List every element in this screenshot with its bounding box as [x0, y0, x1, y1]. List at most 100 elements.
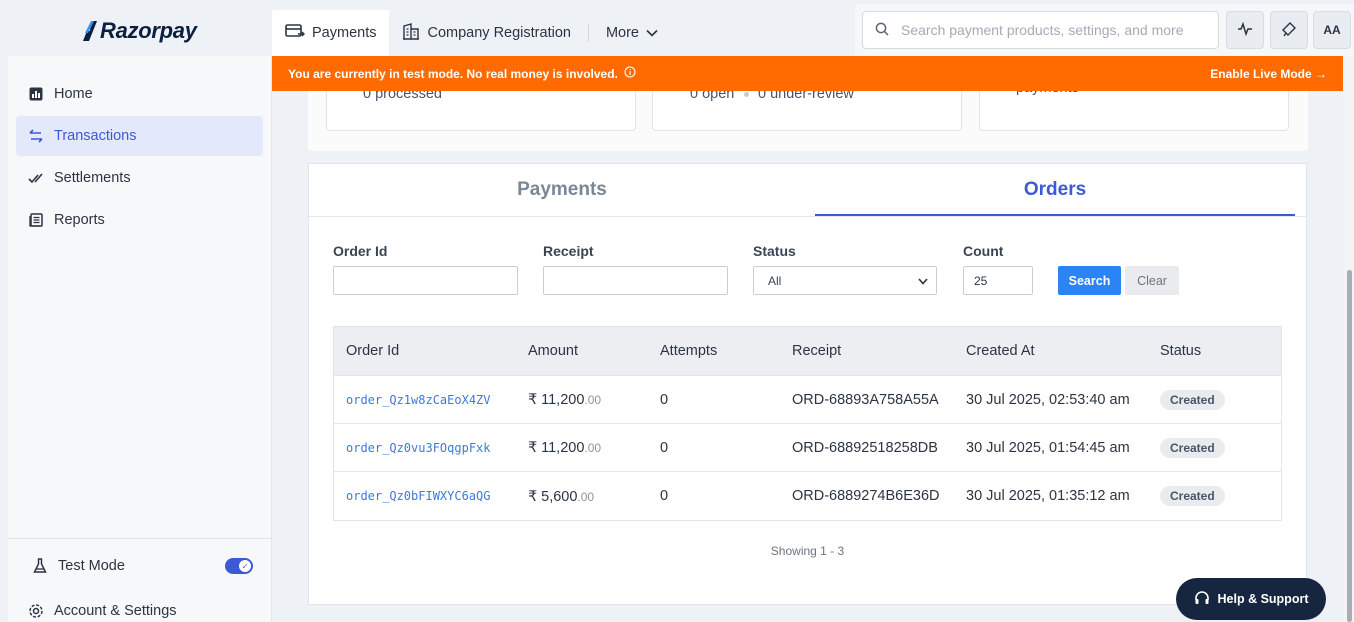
amount-value: 11,200: [541, 392, 585, 408]
summary-section: 0 processed 0 open 0 under-review paymen…: [308, 91, 1308, 151]
orders-panel: Payments Orders Order Id Receipt Status …: [308, 163, 1307, 605]
order-id-link[interactable]: order_Qz0vu3FOqgpFxk: [346, 441, 491, 455]
currency-symbol: ₹: [528, 392, 538, 408]
scrollbar-thumb[interactable]: [1347, 270, 1352, 622]
double-check-icon: [28, 170, 44, 186]
tab-payments[interactable]: Payments: [272, 10, 390, 56]
column-header: Attempts: [660, 343, 718, 359]
order-id-input[interactable]: [333, 266, 518, 295]
table-row[interactable]: order_Qz0bFIWXYC6aQG ₹ 5,600.00 0 ORD-68…: [334, 472, 1281, 520]
sidebar-item-label: Account & Settings: [54, 603, 177, 619]
tab-more[interactable]: More: [593, 10, 671, 56]
amount: ₹ 5,600.00: [528, 488, 594, 505]
sidebar-item-settlements[interactable]: Settlements: [16, 158, 263, 198]
enable-live-mode-link[interactable]: Enable Live Mode →: [1210, 67, 1327, 81]
column-header: Order Id: [346, 343, 400, 359]
column-header: Created At: [966, 343, 1035, 359]
status-select[interactable]: All: [753, 266, 937, 295]
activity-button[interactable]: [1226, 11, 1264, 49]
payments-icon: [285, 23, 305, 43]
amount-value: 5,600: [541, 488, 578, 505]
chart-icon: [28, 86, 44, 102]
receipt-label: Receipt: [543, 243, 594, 259]
announcements-button[interactable]: [1270, 11, 1308, 49]
column-header: Receipt: [792, 343, 842, 359]
created-at: 30 Jul 2025, 02:53:40 am: [966, 391, 1130, 408]
status-label: Status: [753, 243, 796, 259]
created-at: 30 Jul 2025, 01:54:45 am: [966, 439, 1130, 456]
receipt-input[interactable]: [543, 266, 728, 295]
avatar[interactable]: AA: [1313, 11, 1351, 49]
amount-decimals: .00: [584, 393, 602, 407]
count-input[interactable]: [963, 266, 1033, 295]
clear-button[interactable]: Clear: [1125, 266, 1179, 295]
razorpay-logo[interactable]: Razorpay: [82, 18, 197, 44]
sidebar: Razorpay Home Transactions Settlements R…: [0, 0, 272, 622]
check-icon: ✓: [239, 560, 251, 572]
info-icon[interactable]: [624, 66, 636, 81]
receipt: ORD-68892518258DB: [792, 439, 938, 456]
search-input[interactable]: [901, 22, 1211, 38]
razorpay-logo-icon: [83, 21, 97, 41]
search-button[interactable]: Search: [1058, 266, 1121, 295]
banner-message: You are currently in test mode. No real …: [288, 66, 618, 81]
brand-name: Razorpay: [100, 18, 197, 43]
amount-decimals: .00: [577, 489, 595, 504]
sidebar-panel: Home Transactions Settlements Reports Te…: [8, 56, 272, 622]
headset-icon: [1194, 590, 1210, 609]
flask-icon: [32, 558, 48, 574]
test-mode-label: Test Mode: [58, 558, 125, 574]
active-tab-indicator: [815, 214, 1295, 216]
chevron-down-icon: [646, 25, 658, 41]
tab-label: Company Registration: [427, 25, 571, 41]
global-search[interactable]: [862, 11, 1219, 49]
tab-company-registration[interactable]: Company Registration: [389, 10, 583, 56]
column-header: Amount: [528, 343, 578, 359]
open-count: 0 open: [690, 91, 735, 102]
main-content: 0 processed 0 open 0 under-review paymen…: [272, 91, 1343, 622]
sidebar-item-home[interactable]: Home: [16, 74, 263, 114]
sidebar-item-label: Reports: [54, 212, 105, 228]
tab-orders[interactable]: Orders: [815, 164, 1295, 216]
status-selected-value: All: [768, 273, 782, 288]
count-label: Count: [963, 243, 1004, 259]
status-badge: Created: [1160, 486, 1225, 506]
help-support-button[interactable]: Help & Support: [1176, 578, 1326, 620]
megaphone-icon: [1281, 21, 1297, 40]
tab-payments-list[interactable]: Payments: [309, 164, 815, 216]
tab-label: More: [605, 25, 639, 41]
order-id-link[interactable]: order_Qz0bFIWXYC6aQG: [346, 489, 491, 503]
sidebar-item-account-settings[interactable]: Account & Settings: [16, 591, 263, 622]
activity-icon: [1237, 21, 1253, 39]
table-row[interactable]: order_Qz0vu3FOqgpFxk ₹ 11,200.00 0 ORD-6…: [334, 424, 1281, 472]
tabs-border: [309, 216, 1306, 217]
chevron-down-icon: [918, 274, 928, 288]
tab-label: Payments: [312, 25, 377, 41]
dot-separator: [744, 92, 749, 97]
arrows-icon: [28, 128, 44, 144]
receipt: ORD-68893A758A55A: [792, 391, 939, 408]
amount: ₹ 11,200.00: [528, 439, 601, 456]
top-navigation: Payments Company Registration More: [272, 10, 671, 56]
sidebar-item-label: Transactions: [54, 128, 137, 144]
column-header: Status: [1160, 343, 1202, 359]
sidebar-item-transactions[interactable]: Transactions: [16, 116, 263, 156]
amount: ₹ 11,200.00: [528, 391, 601, 408]
test-mode-toggle[interactable]: ✓: [225, 558, 253, 574]
sidebar-divider: [8, 538, 271, 539]
attempts: 0: [660, 439, 669, 456]
sidebar-item-reports[interactable]: Reports: [16, 200, 263, 240]
attempts: 0: [660, 488, 669, 504]
created-at: 30 Jul 2025, 01:35:12 am: [966, 488, 1130, 504]
processed-count: 0 processed: [363, 91, 442, 102]
help-label: Help & Support: [1217, 592, 1309, 606]
attempts: 0: [660, 391, 669, 408]
under-review-count: 0 under-review: [758, 91, 854, 102]
order-id-link[interactable]: order_Qz1w8zCaEoX4ZV: [346, 393, 491, 407]
summary-card: payments: [979, 91, 1289, 131]
sidebar-item-label: Settlements: [54, 170, 131, 186]
receipt: ORD-6889274B6E36D: [792, 488, 940, 504]
test-mode-banner: You are currently in test mode. No real …: [272, 56, 1343, 91]
table-row[interactable]: order_Qz1w8zCaEoX4ZV ₹ 11,200.00 0 ORD-6…: [334, 376, 1281, 424]
order-id-label: Order Id: [333, 243, 388, 259]
